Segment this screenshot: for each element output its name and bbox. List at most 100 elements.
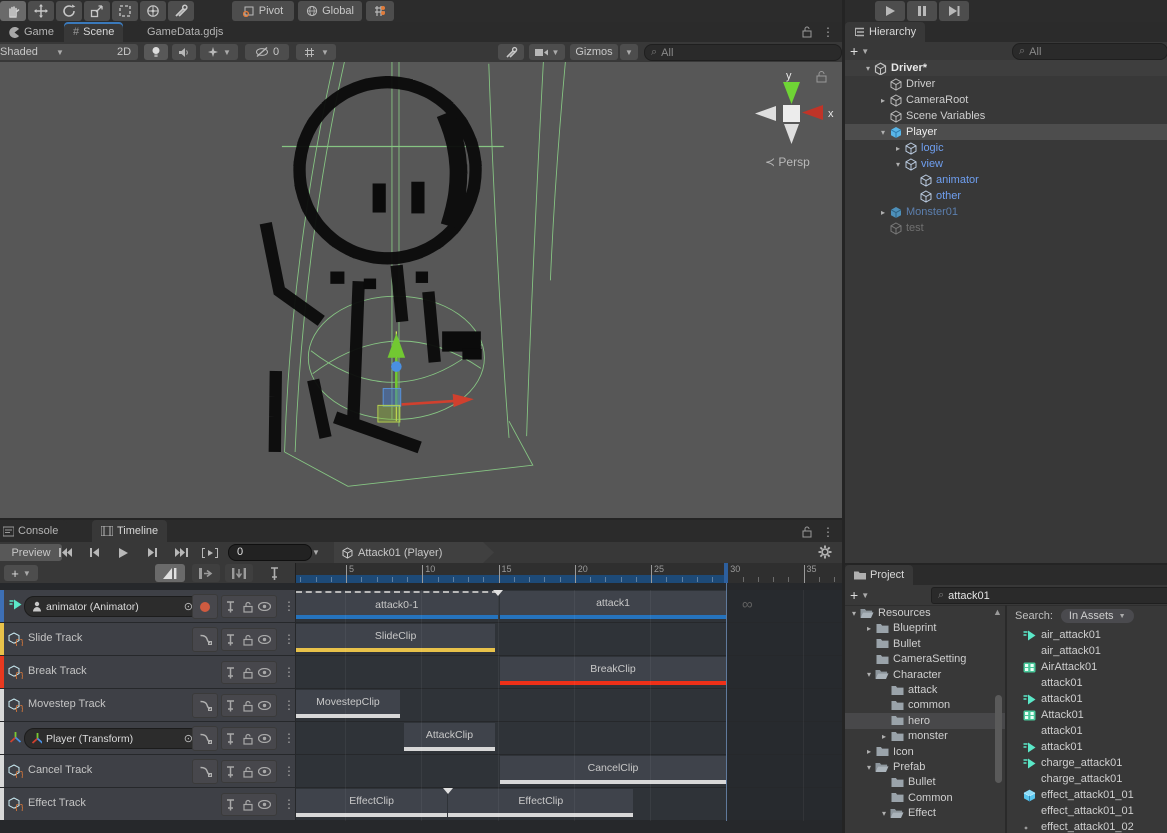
scene-lighting-button[interactable]: [144, 44, 168, 60]
track-lane-movestep-track[interactable]: MovestepClip: [296, 689, 842, 721]
panel-menu-icon[interactable]: ⋮: [822, 25, 834, 39]
track-menu-icon[interactable]: ⋮: [283, 665, 295, 679]
collapse-arrow-icon[interactable]: ▸: [893, 144, 903, 153]
clip-movestepclip[interactable]: MovestepClip: [296, 690, 400, 718]
project-folder-resources[interactable]: ▾Resources: [845, 605, 1005, 621]
project-folder-monster[interactable]: ▸monster: [845, 728, 1005, 744]
hierarchy-item-test[interactable]: test: [845, 220, 1167, 236]
result-item-attack01-6[interactable]: attack01: [1007, 723, 1167, 739]
project-folder-bullet[interactable]: Bullet: [845, 636, 1005, 652]
hidden-objects-button[interactable]: 0: [245, 44, 289, 60]
step-button[interactable]: [939, 1, 969, 21]
hierarchy-search-input[interactable]: ⌕ All: [1012, 43, 1167, 60]
hierarchy-item-logic[interactable]: ▸logic: [845, 140, 1167, 156]
clip-attack0-1[interactable]: attack0-1: [296, 591, 498, 619]
track-header-slide-track[interactable]: {}Slide Track⋮: [0, 623, 295, 655]
track-header-break-track[interactable]: {}Break Track⋮: [0, 656, 295, 688]
scene-effects-dropdown[interactable]: ▼: [200, 44, 238, 60]
project-folder-camerasetting[interactable]: CameraSetting: [845, 651, 1005, 667]
result-item-charge-attack01-9[interactable]: charge_attack01: [1007, 771, 1167, 787]
track-lane-cancel-track[interactable]: CancelClip: [296, 755, 842, 787]
track-lane-break-track[interactable]: BreakClip: [296, 656, 842, 688]
global-toggle[interactable]: Global: [298, 1, 362, 21]
track-header-cancel-track[interactable]: {}Cancel Track⋮: [0, 755, 295, 787]
hierarchy-item-cameraroot[interactable]: ▸CameraRoot: [845, 92, 1167, 108]
hierarchy-add-button[interactable]: + ▼: [850, 43, 869, 59]
rect-tool-button[interactable]: [112, 1, 138, 21]
clip-breakclip[interactable]: BreakClip: [500, 657, 726, 685]
mute-toggle[interactable]: [256, 602, 273, 611]
lock-toggle[interactable]: [239, 634, 256, 646]
result-item-air-attack01-0[interactable]: air_attack01: [1007, 627, 1167, 643]
curves-button[interactable]: [192, 693, 218, 718]
pin-toggle[interactable]: [222, 700, 239, 712]
collapse-arrow-icon[interactable]: ▸: [864, 624, 874, 633]
track-lane-slide-track[interactable]: SlideClip: [296, 623, 842, 655]
search-scope-dropdown[interactable]: In Assets ▼: [1061, 609, 1134, 623]
tab-project[interactable]: Project: [845, 565, 913, 585]
pin-toggle[interactable]: [222, 799, 239, 811]
project-folder-common[interactable]: common: [845, 697, 1005, 713]
project-folder-bullet[interactable]: Bullet: [845, 774, 1005, 790]
add-track-button[interactable]: +▼: [4, 565, 38, 581]
collapse-arrow-icon[interactable]: ▸: [878, 96, 888, 105]
mute-toggle[interactable]: [256, 635, 273, 644]
pause-button[interactable]: [907, 1, 937, 21]
custom-tool-button[interactable]: [168, 1, 194, 21]
hierarchy-item-other[interactable]: other: [845, 188, 1167, 204]
expand-arrow-icon[interactable]: ▾: [864, 763, 874, 772]
move-tool-button[interactable]: [28, 1, 54, 21]
hierarchy-item-player[interactable]: ▾Player: [845, 124, 1167, 140]
track-header-movestep-track[interactable]: {}Movestep Track⋮: [0, 689, 295, 721]
track-lane-player-transform[interactable]: AttackClip: [296, 722, 842, 754]
mute-toggle[interactable]: [256, 734, 273, 743]
tab-timeline[interactable]: Timeline: [92, 520, 167, 542]
pin-toggle[interactable]: [222, 634, 239, 646]
scene-orientation-gizmo[interactable]: y x ≺ Persp: [740, 70, 840, 180]
lock-toggle[interactable]: [239, 700, 256, 712]
projection-mode-label[interactable]: ≺ Persp: [765, 155, 810, 169]
next-frame-button[interactable]: [139, 544, 165, 561]
timeline-ruler[interactable]: 5101520253035: [295, 563, 842, 583]
scene-tools-button[interactable]: [498, 44, 524, 60]
track-header-effect-track[interactable]: {}Effect Track⋮: [0, 788, 295, 820]
scene-viewport[interactable]: y x ≺ Persp: [0, 62, 842, 518]
pin-toggle[interactable]: [222, 733, 239, 745]
hierarchy-item-animator[interactable]: animator: [845, 172, 1167, 188]
expand-arrow-icon[interactable]: ▾: [849, 609, 859, 618]
tab-console[interactable]: Console: [0, 520, 67, 542]
show-markers-toggle[interactable]: [263, 565, 285, 581]
edit-mode-replace-button[interactable]: [225, 564, 253, 582]
lock-toggle[interactable]: [239, 601, 256, 613]
edit-mode-ripple-button[interactable]: [192, 564, 220, 582]
hierarchy-item-driver[interactable]: ▾Driver*: [845, 60, 1167, 76]
horizontal-splitter[interactable]: [0, 518, 842, 520]
rotate-tool-button[interactable]: [56, 1, 82, 21]
project-search-input[interactable]: ⌕ attack01: [931, 587, 1167, 604]
tab-gamedata[interactable]: GameData.gdjs: [138, 22, 232, 42]
project-folder-common[interactable]: Common: [845, 790, 1005, 806]
result-item-attack01-7[interactable]: attack01: [1007, 739, 1167, 755]
result-item-charge-attack01-8[interactable]: charge_attack01: [1007, 755, 1167, 771]
result-item-attack01-5[interactable]: Attack01: [1007, 707, 1167, 723]
play-range-button[interactable]: [197, 544, 223, 561]
edit-mode-mix-button[interactable]: [155, 564, 185, 582]
hierarchy-item-scene-variables[interactable]: Scene Variables: [845, 108, 1167, 124]
project-folder-character[interactable]: ▾Character: [845, 667, 1005, 683]
gizmos-dropdown[interactable]: Gizmos: [570, 44, 618, 60]
expand-arrow-icon[interactable]: ▾: [879, 809, 889, 818]
record-button[interactable]: [192, 594, 218, 619]
project-folder-hero[interactable]: hero: [845, 713, 1005, 729]
shading-mode-dropdown[interactable]: Shaded ▼: [0, 44, 116, 60]
unlock-icon[interactable]: [802, 526, 812, 538]
tab-scene[interactable]: # Scene: [64, 22, 123, 42]
snap-settings-button[interactable]: [366, 1, 394, 21]
track-header-animator-animator[interactable]: animator (Animator)⊙⋮: [0, 590, 295, 622]
track-header-player-transform[interactable]: Player (Transform)⊙⋮: [0, 722, 295, 754]
result-item-air-attack01-1[interactable]: air_attack01: [1007, 643, 1167, 659]
mute-toggle[interactable]: [256, 800, 273, 809]
frame-number-input[interactable]: 0: [228, 544, 312, 561]
timeline-end-marker[interactable]: [724, 563, 728, 583]
goto-start-button[interactable]: [52, 544, 78, 561]
clip-effectclip[interactable]: EffectClip: [296, 789, 447, 817]
